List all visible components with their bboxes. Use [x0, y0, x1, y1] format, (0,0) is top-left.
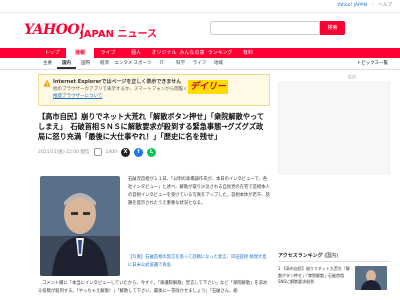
source-logo[interactable]: デイリー — [188, 80, 228, 94]
photo-caption[interactable]: 【写真】石破首相の発言を巡って話題になった発言、岸田首相 総理大臣に日米公式協議… — [128, 254, 270, 270]
line-share-icon[interactable]: L — [147, 147, 156, 157]
search-input[interactable] — [210, 21, 320, 35]
primary-nav: トップ 速報 ライブ 個人 オリジナル みんなの意見 ランキング 有料 — [0, 48, 400, 66]
category-main[interactable]: 主要 — [38, 58, 57, 69]
category-life[interactable]: ライフ — [190, 58, 209, 69]
facebook-share-icon[interactable]: f — [134, 147, 143, 157]
category-economy[interactable]: 経済 — [95, 58, 114, 69]
article-meta: 2021/11(金) 22:00 配信 1400 X f L — [38, 147, 270, 157]
ranking-thumb-image — [355, 266, 387, 290]
category-nav: 主要 国内 国際 経済 エンタメ スポーツ IT 科学 ライフ 地域 トピックス… — [0, 58, 400, 70]
news-logo[interactable]: JAPAN ニュース — [80, 25, 157, 40]
ie-notice-body: 他のブラウザーかアプリで表示するか、スマートフォンから閲覧ください。 — [53, 87, 206, 92]
ranking-thumbnail — [355, 266, 387, 290]
nav-breaking[interactable]: 速報 — [66, 48, 94, 58]
ranking-item[interactable]: 1 【高市自民】崩りでネット大荒れ「解散ボタン押せ」「衆院解散」石破首相SNSに… — [278, 266, 390, 292]
article-photo[interactable] — [40, 176, 120, 276]
yahoo-logo[interactable]: YAHOO! — [24, 22, 85, 38]
comment-count[interactable]: 1400 — [106, 150, 117, 155]
utility-links: Yahoo! JAPAN | ヘルプ — [337, 2, 393, 9]
article-date: 2021/11(金) 22:00 配信 — [38, 150, 90, 155]
nav-individual[interactable]: 個人 — [122, 48, 150, 58]
ie-notice: Internet Explorerではページを正しく表示できません 他のブラウザ… — [38, 74, 270, 106]
ie-notice-link[interactable]: 推奨ブラウザーについて — [53, 93, 263, 100]
article-paragraph: コメント欄に「本当にインタビューしていたから、今すぐ。「衆議院解散」宣言して下さ… — [38, 281, 268, 294]
article-headline: 【高市自民】崩りでネット大荒れ「解散ボタン押せ」「衆院解散やってしまえ」 石破首… — [38, 112, 265, 141]
utility-link-help[interactable]: ヘルプ — [379, 2, 393, 8]
warning-icon — [43, 79, 51, 87]
search-button[interactable]: 検索 — [320, 21, 345, 35]
utility-bar: Yahoo! JAPAN | ヘルプ — [0, 0, 400, 13]
header: YAHOO! JAPAN ニュース 検索 — [0, 13, 400, 48]
nav-ranking[interactable]: ランキング — [206, 48, 234, 58]
x-share-icon[interactable]: X — [121, 147, 130, 157]
category-local[interactable]: 地域 — [209, 58, 228, 69]
nav-top[interactable]: トップ — [38, 48, 66, 58]
comment-icon[interactable] — [93, 148, 102, 156]
ad-label: 広告 — [348, 74, 356, 79]
nav-paid[interactable]: 有料 — [234, 48, 262, 58]
nav-original[interactable]: オリジナル — [150, 48, 178, 58]
ranking-item-text: 1 【高市自民】崩りでネット大荒れ「解散ボタン押せ」「衆院解散」石破首相SNSに… — [278, 266, 350, 284]
ad-slot[interactable] — [278, 82, 390, 174]
category-domestic[interactable]: 国内 — [57, 58, 76, 69]
sidebar: 広告 アクセスランキング (国内) 1 【高市自民】崩りでネット大荒れ「解散ボタ… — [278, 74, 390, 300]
category-it[interactable]: IT — [152, 58, 171, 69]
category-entertainment[interactable]: エンタメ — [114, 58, 133, 69]
topics-list-link[interactable]: トピックス一覧 — [357, 58, 388, 70]
person-photo — [40, 176, 120, 276]
category-sports[interactable]: スポーツ — [133, 58, 152, 69]
nav-opinion[interactable]: みんなの意見 — [178, 48, 206, 66]
ranking-title: アクセスランキング (国内) — [278, 252, 390, 262]
nav-live[interactable]: ライブ — [94, 48, 122, 58]
utility-link-yahoo[interactable]: Yahoo! JAPAN — [337, 3, 367, 8]
category-international[interactable]: 国際 — [76, 58, 95, 69]
utility-separator: | — [371, 2, 374, 8]
category-science[interactable]: 科学 — [171, 58, 190, 69]
article-body: 石破茂首相が１１日、「公明の高橋誠作氏が、本日のインタビューで、各社インタビュー… — [128, 177, 270, 206]
ranking-title-text: アクセスランキング — [278, 253, 323, 259]
ie-notice-title: Internet Explorerではページを正しく表示できません — [53, 79, 182, 85]
ranking-tab[interactable]: (国内) — [324, 253, 338, 259]
